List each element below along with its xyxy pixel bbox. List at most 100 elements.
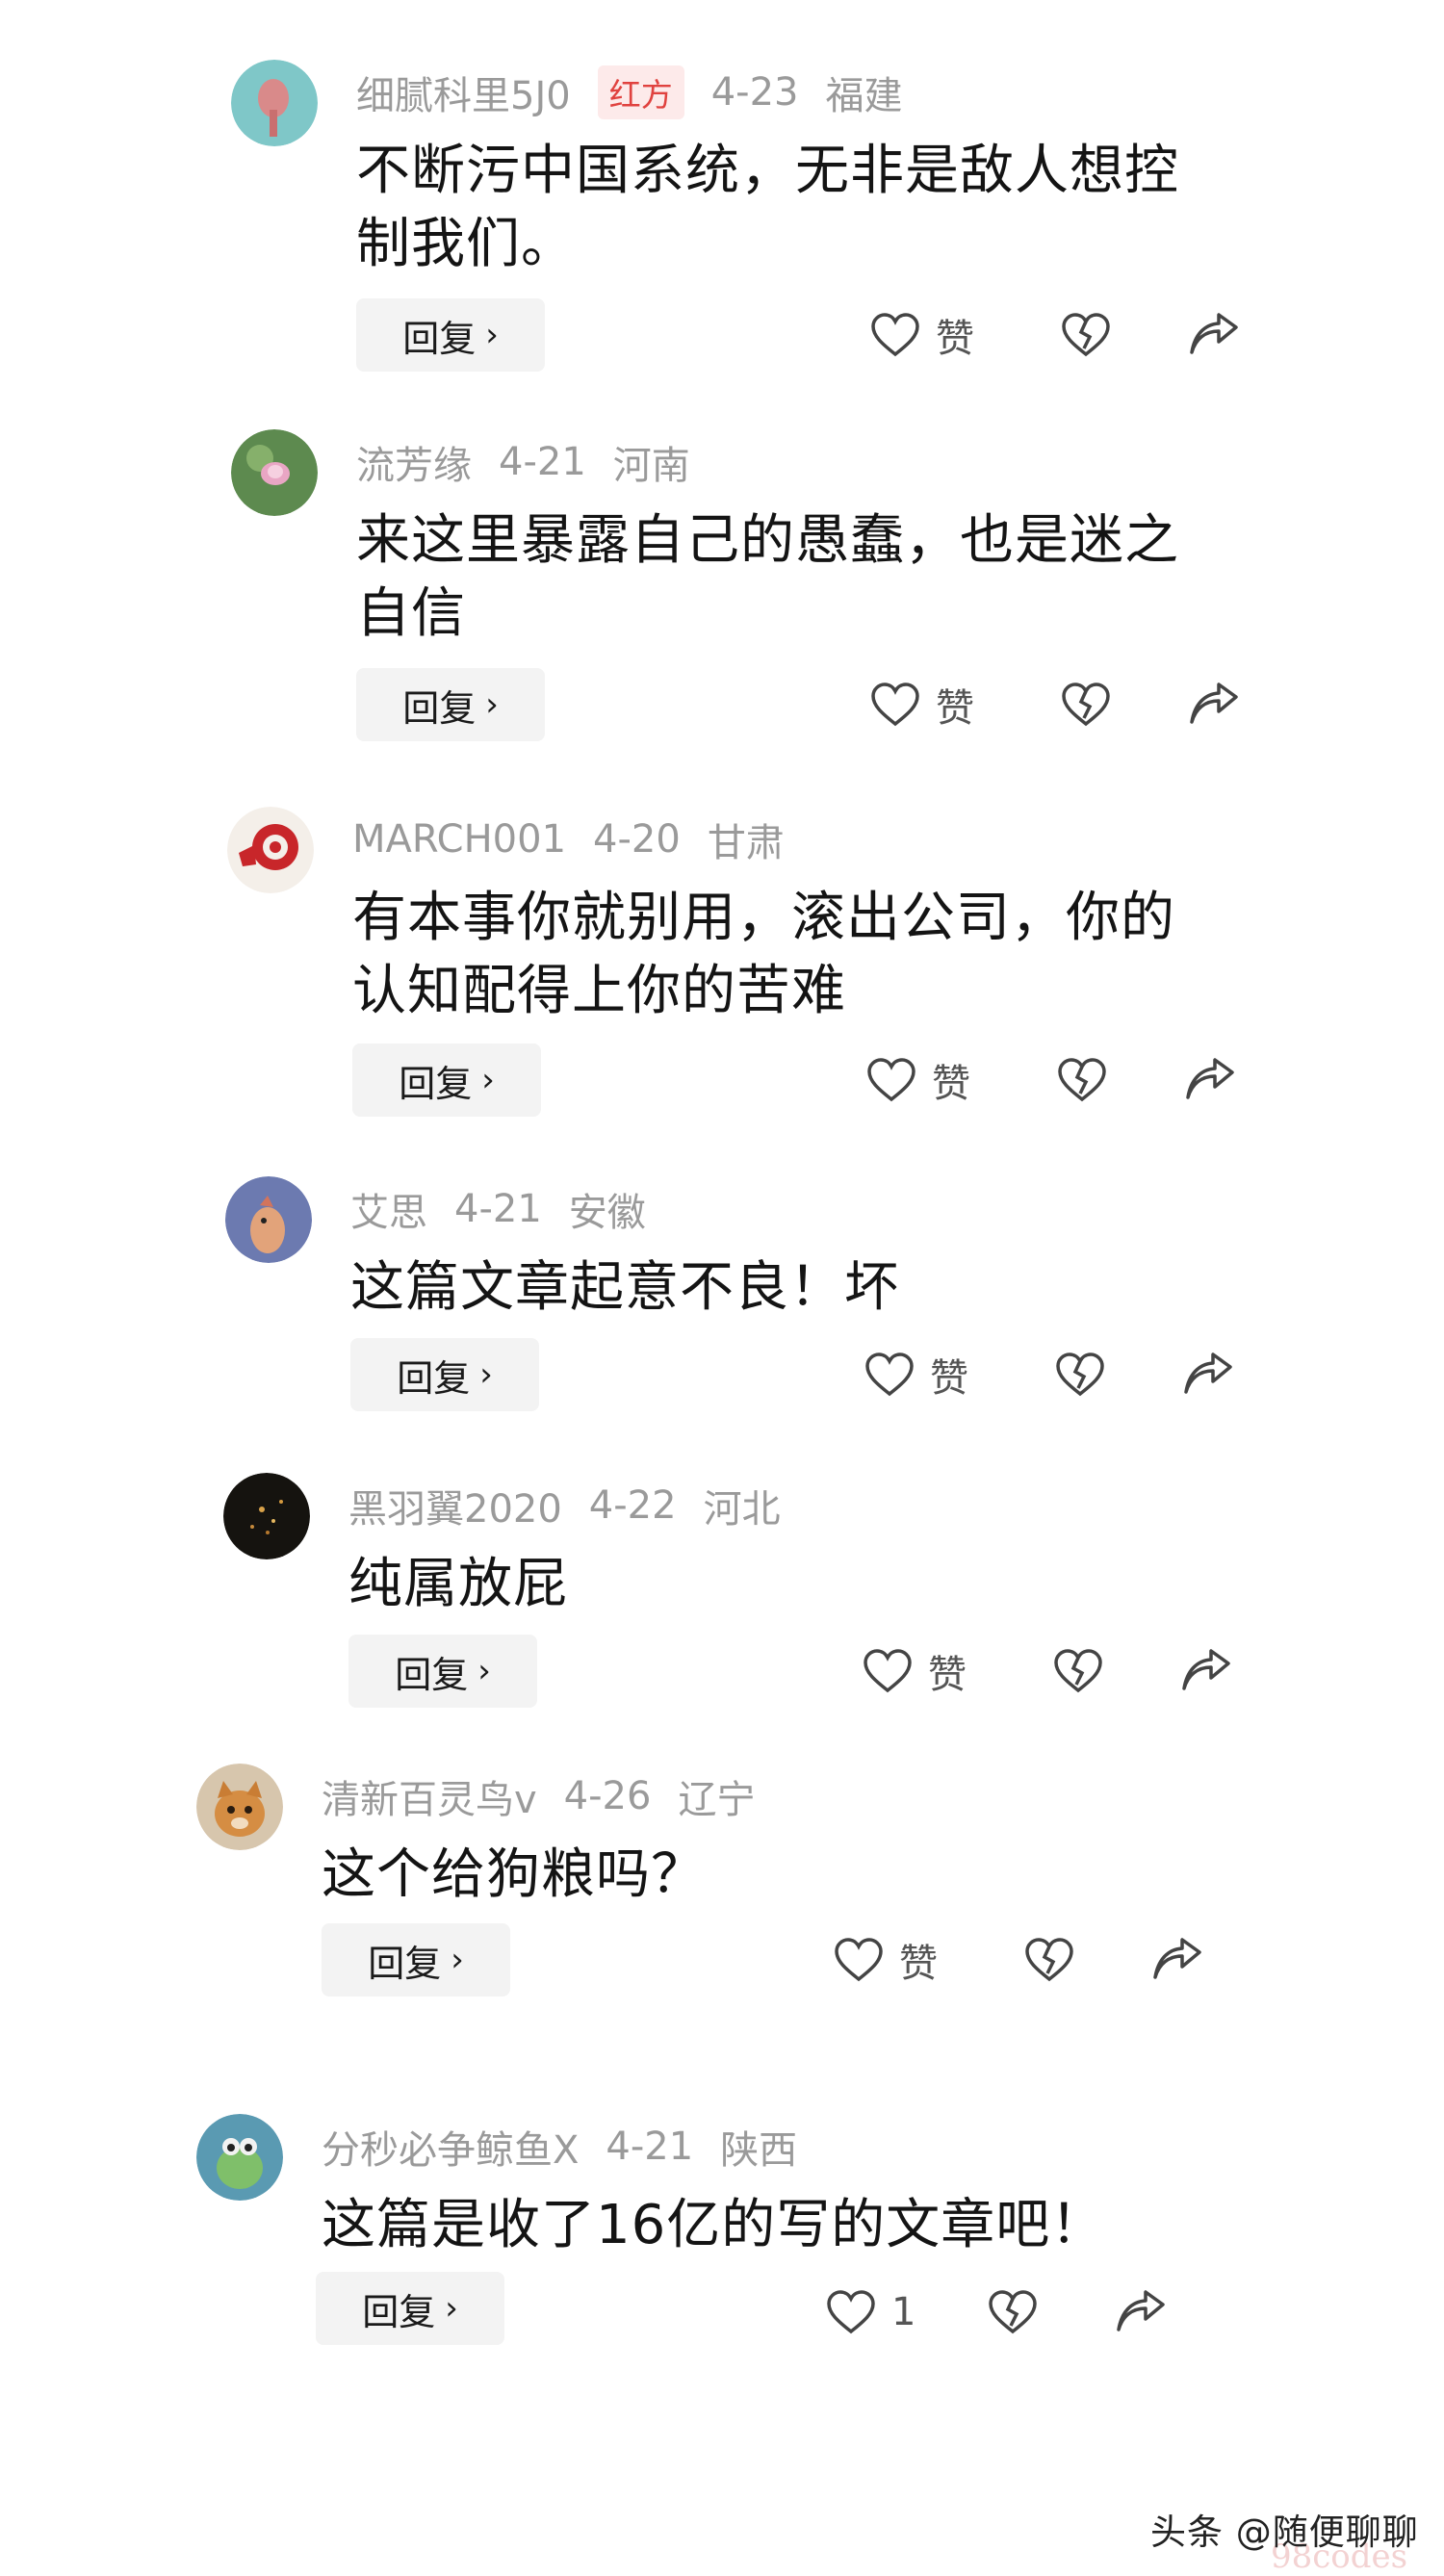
avatar[interactable] bbox=[223, 1473, 310, 1559]
like-button[interactable]: 赞 bbox=[834, 1923, 938, 1996]
avatar-image bbox=[225, 1176, 312, 1263]
avatar[interactable] bbox=[227, 807, 314, 893]
comment-actions: 赞 bbox=[863, 1635, 1444, 1708]
badge: 红方 bbox=[597, 65, 684, 119]
date: 4-23 bbox=[710, 70, 799, 115]
dislike-button[interactable] bbox=[1061, 668, 1111, 741]
share-arrow-icon bbox=[1182, 1649, 1230, 1690]
dislike-button[interactable] bbox=[1055, 1338, 1105, 1411]
like-button[interactable]: 赞 bbox=[866, 1043, 970, 1117]
reply-button[interactable]: 回复 › bbox=[348, 1635, 537, 1708]
dislike-button[interactable] bbox=[1061, 298, 1111, 372]
region: 河北 bbox=[703, 1487, 781, 1532]
reply-label: 回复 bbox=[402, 317, 477, 360]
comment-meta: 细腻科里5J0 红方 4-23 福建 bbox=[356, 64, 929, 121]
reply-label: 回复 bbox=[397, 1356, 471, 1400]
username[interactable]: MARCH001 bbox=[352, 817, 566, 862]
comment-actions: 赞 bbox=[866, 1043, 1444, 1117]
like-label: 赞 bbox=[936, 686, 974, 731]
share-button[interactable] bbox=[1184, 1043, 1236, 1117]
comment-meta: MARCH001 4-20 甘肃 bbox=[352, 811, 812, 868]
region: 甘肃 bbox=[707, 821, 785, 865]
share-arrow-icon bbox=[1117, 2290, 1165, 2331]
username[interactable]: 艾思 bbox=[350, 1181, 427, 1237]
comment-text: 这篇文章起意不良！坏 bbox=[350, 1256, 899, 1319]
reply-button[interactable]: 回复 › bbox=[350, 1338, 539, 1411]
reply-button[interactable]: 回复 › bbox=[356, 298, 545, 372]
chevron-right-icon: › bbox=[485, 316, 499, 354]
date: 4-21 bbox=[454, 1187, 542, 1231]
reply-label: 回复 bbox=[362, 2290, 436, 2333]
broken-heart-icon bbox=[1062, 683, 1110, 727]
username[interactable]: 分秒必争鲸鱼X bbox=[322, 2119, 579, 2175]
avatar[interactable] bbox=[196, 2114, 283, 2201]
like-label: 赞 bbox=[899, 1942, 938, 1986]
broken-heart-icon bbox=[1054, 1649, 1102, 1693]
reply-button[interactable]: 回复 › bbox=[352, 1043, 541, 1117]
date: 4-21 bbox=[499, 440, 586, 484]
like-button[interactable]: 1 bbox=[826, 2276, 915, 2349]
comment-actions: 赞 bbox=[870, 298, 1444, 372]
comment-actions: 赞 bbox=[870, 668, 1444, 741]
comment-text: 来这里暴露自己的愚蠢，也是迷之自信 bbox=[356, 509, 1179, 645]
heart-outline-icon bbox=[864, 1649, 912, 1693]
like-button[interactable]: 赞 bbox=[863, 1635, 967, 1708]
date: 4-26 bbox=[563, 1774, 652, 1818]
share-button[interactable] bbox=[1188, 668, 1240, 741]
username[interactable]: 细腻科里5J0 bbox=[356, 64, 571, 120]
share-button[interactable] bbox=[1151, 1923, 1203, 1996]
comment-actions: 1 bbox=[826, 2276, 1442, 2349]
broken-heart-icon bbox=[1062, 313, 1110, 357]
broken-heart-icon bbox=[989, 2290, 1037, 2334]
share-arrow-icon bbox=[1190, 683, 1238, 724]
like-count: 1 bbox=[891, 2290, 916, 2334]
avatar-image bbox=[196, 2114, 283, 2201]
date: 4-20 bbox=[593, 817, 681, 862]
like-label: 赞 bbox=[928, 1653, 967, 1697]
reply-button[interactable]: 回复 › bbox=[322, 1923, 510, 1996]
share-button[interactable] bbox=[1180, 1635, 1232, 1708]
chevron-right-icon: › bbox=[479, 1355, 493, 1394]
dislike-button[interactable] bbox=[988, 2276, 1038, 2349]
watermark: 头条 @随便聊聊 bbox=[1150, 2512, 1419, 2553]
username[interactable]: 黑羽翼2020 bbox=[348, 1478, 562, 1533]
broken-heart-icon bbox=[1025, 1938, 1073, 1982]
share-button[interactable] bbox=[1115, 2276, 1167, 2349]
share-button[interactable] bbox=[1182, 1338, 1234, 1411]
dislike-button[interactable] bbox=[1024, 1923, 1074, 1996]
heart-outline-icon bbox=[827, 2290, 875, 2334]
avatar-image bbox=[231, 429, 318, 516]
broken-heart-icon bbox=[1056, 1352, 1104, 1397]
like-label: 赞 bbox=[936, 317, 974, 361]
avatar-image bbox=[227, 807, 314, 893]
avatar[interactable] bbox=[196, 1764, 283, 1850]
comment-meta: 分秒必争鲸鱼X 4-21 陕西 bbox=[322, 2118, 824, 2176]
chevron-right-icon: › bbox=[451, 1941, 464, 1979]
region: 安徽 bbox=[568, 1191, 646, 1235]
avatar[interactable] bbox=[225, 1176, 312, 1263]
reply-button[interactable]: 回复 › bbox=[316, 2272, 504, 2345]
comment-text: 纯属放屁 bbox=[348, 1553, 568, 1615]
reply-button[interactable]: 回复 › bbox=[356, 668, 545, 741]
like-button[interactable]: 赞 bbox=[864, 1338, 968, 1411]
dislike-button[interactable] bbox=[1053, 1635, 1103, 1708]
dislike-button[interactable] bbox=[1057, 1043, 1107, 1117]
comment-meta: 流芳缘 4-21 河南 bbox=[356, 433, 717, 491]
broken-heart-icon bbox=[1058, 1058, 1106, 1102]
heart-outline-icon bbox=[865, 1352, 914, 1397]
like-button[interactable]: 赞 bbox=[870, 668, 974, 741]
chevron-right-icon: › bbox=[481, 1061, 495, 1099]
comment-actions: 赞 bbox=[834, 1923, 1444, 1996]
share-button[interactable] bbox=[1188, 298, 1240, 372]
comment-text: 这篇是收了16亿的写的文章吧！ bbox=[322, 2194, 1106, 2256]
avatar[interactable] bbox=[231, 60, 318, 146]
username[interactable]: 清新百灵鸟v bbox=[322, 1768, 537, 1824]
like-button[interactable]: 赞 bbox=[870, 298, 974, 372]
comment-text: 这个给狗粮吗？ bbox=[322, 1843, 706, 1906]
like-label: 赞 bbox=[930, 1356, 968, 1401]
username[interactable]: 流芳缘 bbox=[356, 434, 472, 490]
chevron-right-icon: › bbox=[477, 1652, 491, 1690]
avatar-image bbox=[196, 1764, 283, 1850]
avatar-image bbox=[231, 60, 318, 146]
avatar[interactable] bbox=[231, 429, 318, 516]
